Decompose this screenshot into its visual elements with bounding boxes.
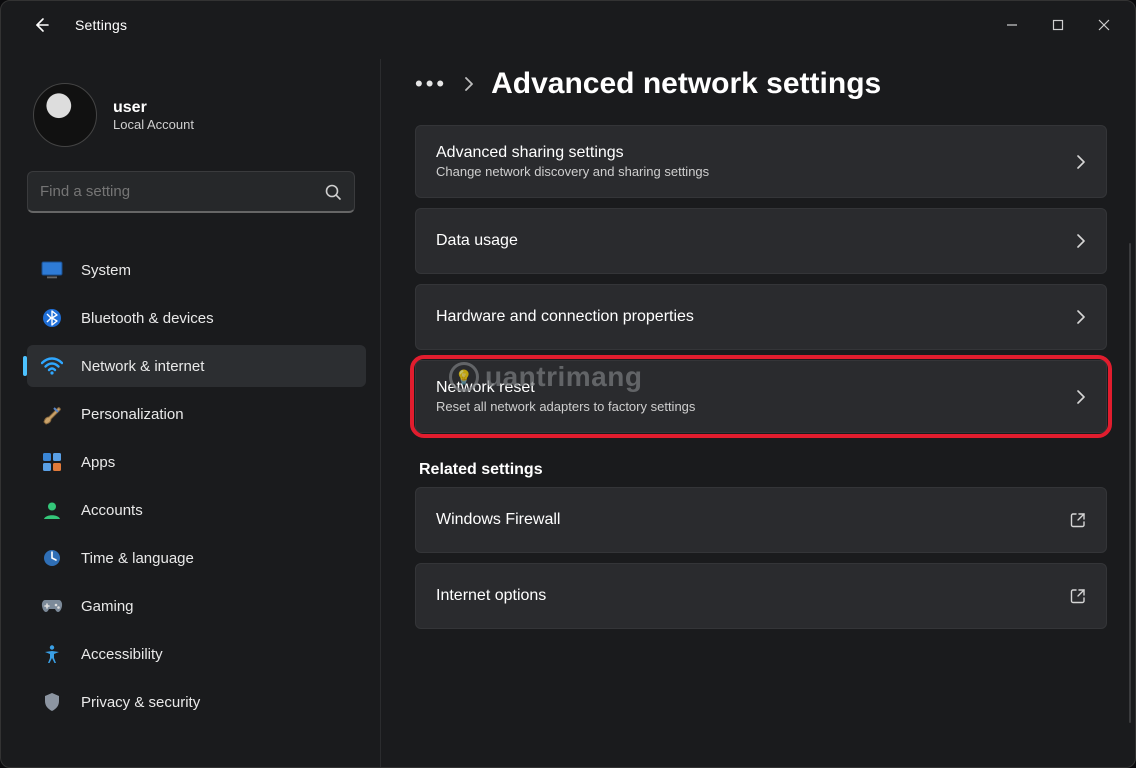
chevron-right-icon <box>1076 234 1086 248</box>
card-advanced-sharing[interactable]: Advanced sharing settings Change network… <box>415 125 1107 198</box>
search-icon <box>324 183 342 201</box>
sidebar-item-system[interactable]: System <box>27 249 366 291</box>
open-external-icon <box>1070 512 1086 528</box>
breadcrumb-overflow-button[interactable]: ••• <box>415 71 447 97</box>
sidebar-item-apps[interactable]: Apps <box>27 441 366 483</box>
arrow-left-icon <box>33 17 49 33</box>
accessibility-icon <box>41 644 63 664</box>
profile-account-type: Local Account <box>113 117 194 132</box>
card-data-usage[interactable]: Data usage <box>415 208 1107 274</box>
person-icon <box>41 500 63 520</box>
search-input[interactable] <box>40 183 324 200</box>
apps-icon <box>41 452 63 472</box>
card-title: Data usage <box>436 232 1076 250</box>
chevron-right-icon <box>1076 155 1086 169</box>
open-external-icon <box>1070 588 1086 604</box>
chevron-right-icon <box>1076 310 1086 324</box>
close-icon <box>1098 19 1110 31</box>
sidebar-item-gaming[interactable]: Gaming <box>27 585 366 627</box>
sidebar-item-label: System <box>81 262 131 279</box>
card-title: Internet options <box>436 587 1070 605</box>
sidebar-item-time-language[interactable]: Time & language <box>27 537 366 579</box>
content-area: ••• Advanced network settings Advanced s… <box>401 59 1119 757</box>
sidebar-item-bluetooth[interactable]: Bluetooth & devices <box>27 297 366 339</box>
minimize-button[interactable] <box>989 8 1035 42</box>
wifi-icon <box>41 357 63 375</box>
card-title: Windows Firewall <box>436 511 1070 529</box>
sidebar-item-label: Accessibility <box>81 646 163 663</box>
gamepad-icon <box>41 598 63 614</box>
card-title: Hardware and connection properties <box>436 308 1076 326</box>
sidebar-item-privacy[interactable]: Privacy & security <box>27 681 366 723</box>
titlebar: Settings <box>1 1 1135 49</box>
sidebar: user Local Account System Bluetooth & <box>1 59 381 767</box>
app-title: Settings <box>75 17 127 33</box>
profile-block[interactable]: user Local Account <box>33 83 370 147</box>
window-controls <box>989 8 1127 42</box>
search-box[interactable] <box>27 171 355 213</box>
profile-name: user <box>113 99 194 117</box>
shield-icon <box>41 692 63 712</box>
minimize-icon <box>1006 19 1018 31</box>
sidebar-item-label: Privacy & security <box>81 694 200 711</box>
sidebar-item-label: Network & internet <box>81 358 204 375</box>
page-title: Advanced network settings <box>491 67 881 101</box>
sidebar-item-accounts[interactable]: Accounts <box>27 489 366 531</box>
clock-globe-icon <box>41 548 63 568</box>
sidebar-item-label: Personalization <box>81 406 184 423</box>
card-network-reset[interactable]: Network reset Reset all network adapters… <box>415 360 1107 433</box>
card-title: Advanced sharing settings <box>436 144 1076 162</box>
sidebar-item-accessibility[interactable]: Accessibility <box>27 633 366 675</box>
bluetooth-icon <box>41 308 63 328</box>
card-internet-options[interactable]: Internet options <box>415 563 1107 629</box>
breadcrumb: ••• Advanced network settings <box>415 67 1111 101</box>
monitor-icon <box>41 261 63 279</box>
sidebar-item-label: Gaming <box>81 598 134 615</box>
sidebar-item-label: Time & language <box>81 550 194 567</box>
back-button[interactable] <box>21 5 61 45</box>
close-button[interactable] <box>1081 8 1127 42</box>
maximize-icon <box>1052 19 1064 31</box>
sidebar-item-label: Accounts <box>81 502 143 519</box>
chevron-right-icon <box>463 77 475 91</box>
sidebar-scrollbar[interactable] <box>1129 243 1131 723</box>
card-desc: Reset all network adapters to factory se… <box>436 399 1076 414</box>
maximize-button[interactable] <box>1035 8 1081 42</box>
nav-list: System Bluetooth & devices Network & int… <box>23 243 370 723</box>
chevron-right-icon <box>1076 390 1086 404</box>
related-settings-heading: Related settings <box>419 461 1111 479</box>
sidebar-item-network[interactable]: Network & internet <box>27 345 366 387</box>
settings-window: Settings user Local Account <box>0 0 1136 768</box>
sidebar-item-label: Apps <box>81 454 115 471</box>
card-title: Network reset <box>436 379 1076 397</box>
card-desc: Change network discovery and sharing set… <box>436 164 1076 179</box>
avatar <box>33 83 97 147</box>
card-hardware-properties[interactable]: Hardware and connection properties <box>415 284 1107 350</box>
sidebar-item-label: Bluetooth & devices <box>81 310 214 327</box>
paintbrush-icon <box>41 403 63 425</box>
sidebar-item-personalization[interactable]: Personalization <box>27 393 366 435</box>
card-windows-firewall[interactable]: Windows Firewall <box>415 487 1107 553</box>
